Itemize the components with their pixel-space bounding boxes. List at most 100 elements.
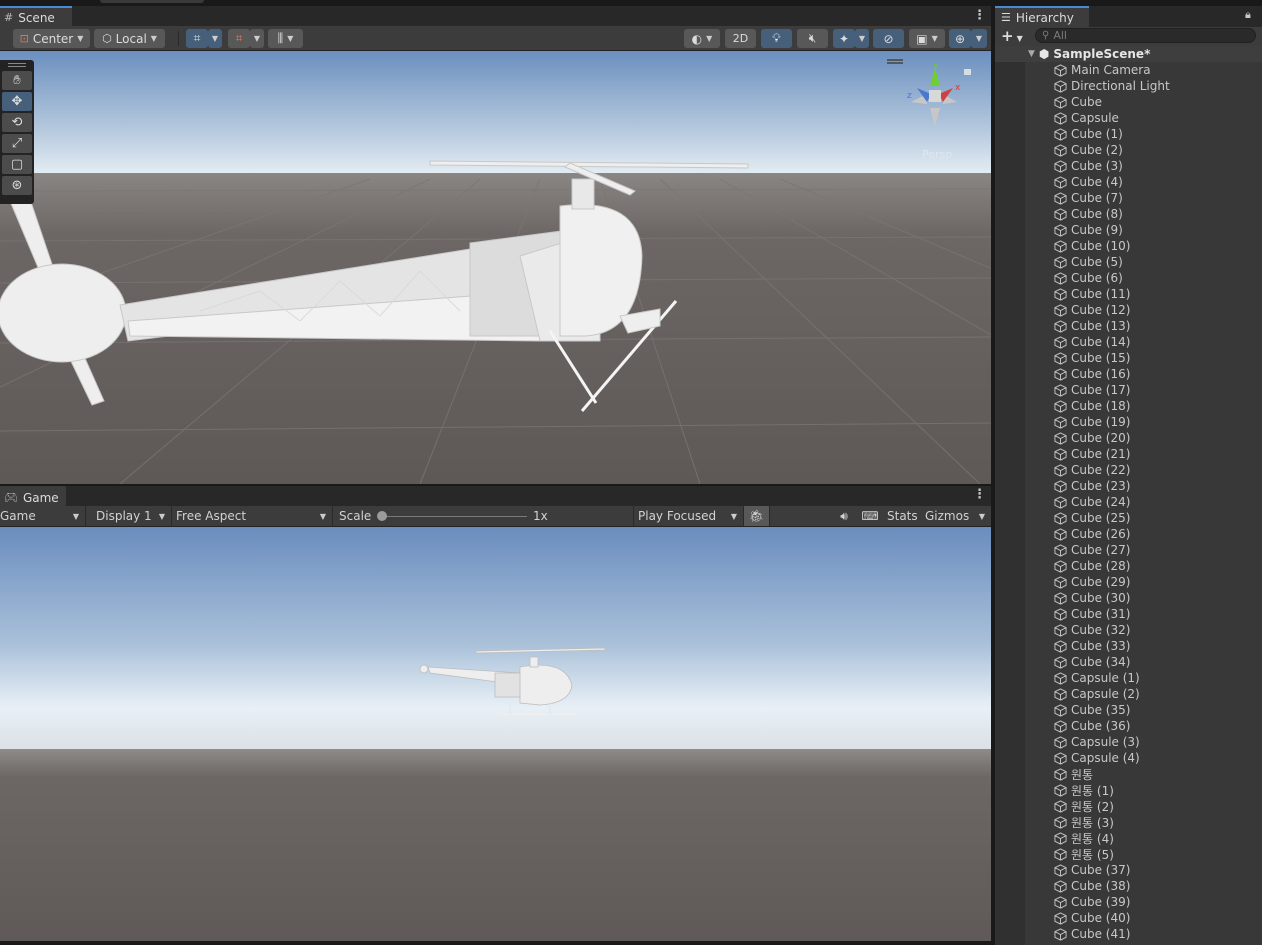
hierarchy-item[interactable]: Cube (11)	[995, 286, 1262, 302]
hierarchy-item[interactable]: Cube (8)	[995, 206, 1262, 222]
mute-audio-button[interactable]: 🔊︎	[831, 506, 857, 526]
game-viewport[interactable]	[0, 527, 991, 941]
hierarchy-item[interactable]: Cube (23)	[995, 478, 1262, 494]
audio-toggle[interactable]: 🔇︎	[797, 29, 828, 48]
hierarchy-item[interactable]: Cube (29)	[995, 574, 1262, 590]
hierarchy-item[interactable]: Cube (13)	[995, 318, 1262, 334]
hierarchy-item[interactable]: 원통 (3)	[995, 814, 1262, 830]
hierarchy-item[interactable]: Cube (9)	[995, 222, 1262, 238]
hierarchy-item[interactable]: Cube (21)	[995, 446, 1262, 462]
space-dropdown[interactable]: ⬡ Local ▼	[94, 29, 165, 48]
display-dropdown[interactable]: Display 1 ▼	[92, 506, 172, 526]
hierarchy-search-input[interactable]: ⚲ All	[1035, 28, 1256, 43]
hierarchy-item[interactable]: Cube (27)	[995, 542, 1262, 558]
effects-toggle[interactable]: ✦	[833, 29, 855, 48]
hierarchy-item[interactable]: 원통 (1)	[995, 782, 1262, 798]
hierarchy-item[interactable]: Main Camera	[995, 62, 1262, 78]
view-mode-dropdown[interactable]: Game ▼	[0, 506, 86, 526]
scale-slider[interactable]	[381, 516, 527, 517]
hierarchy-item[interactable]: Cube (25)	[995, 510, 1262, 526]
hierarchy-item[interactable]: Cube (34)	[995, 654, 1262, 670]
increment-snap-dropdown[interactable]: ▼	[250, 29, 264, 48]
scene-root[interactable]: ▼ ⬢ SampleScene*	[995, 46, 1262, 62]
hierarchy-item[interactable]: Cube (26)	[995, 526, 1262, 542]
hierarchy-item[interactable]: 원통 (2)	[995, 798, 1262, 814]
scene-menu-icon[interactable]: ⋮	[973, 8, 986, 23]
hand-tool[interactable]: ✋︎	[2, 71, 32, 90]
grid-snap-dropdown[interactable]: ▼	[208, 29, 222, 48]
grid-visibility-button[interactable]: ⫼ ▼	[268, 29, 303, 48]
hierarchy-item[interactable]: Cube (18)	[995, 398, 1262, 414]
draw-mode-dropdown[interactable]: ◐ ▼	[684, 29, 720, 48]
hierarchy-item[interactable]: Directional Light	[995, 78, 1262, 94]
scale-tool[interactable]: ⤢	[2, 134, 32, 153]
hierarchy-item[interactable]: Cube (28)	[995, 558, 1262, 574]
hierarchy-item[interactable]: 원통 (4)	[995, 830, 1262, 846]
hierarchy-item[interactable]: Cube (37)	[995, 862, 1262, 878]
move-tool[interactable]: ✥	[2, 92, 32, 111]
gizmos-dropdown[interactable]: ▼	[971, 29, 987, 48]
hierarchy-item[interactable]: Cube (6)	[995, 270, 1262, 286]
hierarchy-item[interactable]: Cube (2)	[995, 142, 1262, 158]
hierarchy-item[interactable]: Cube (4)	[995, 174, 1262, 190]
hierarchy-item[interactable]: Capsule (1)	[995, 670, 1262, 686]
hierarchy-item[interactable]: Cube (41)	[995, 926, 1262, 942]
hierarchy-item[interactable]: Cube (17)	[995, 382, 1262, 398]
debug-button[interactable]: 🐞︎	[744, 506, 770, 526]
scale-slider-handle[interactable]	[377, 511, 387, 521]
increment-snap-button[interactable]: ⌗	[228, 29, 250, 48]
hierarchy-item[interactable]: Cube (24)	[995, 494, 1262, 510]
hierarchy-item[interactable]: Cube (10)	[995, 238, 1262, 254]
transform-tool[interactable]: ⊛	[2, 176, 32, 195]
hierarchy-item[interactable]: Cube (12)	[995, 302, 1262, 318]
hierarchy-item[interactable]: Cube (14)	[995, 334, 1262, 350]
hierarchy-item[interactable]: Capsule (3)	[995, 734, 1262, 750]
hierarchy-item[interactable]: Cube (30)	[995, 590, 1262, 606]
hierarchy-item[interactable]: 원통	[995, 766, 1262, 782]
toggle-2d-button[interactable]: 2D	[725, 29, 756, 48]
keyboard-shortcuts-button[interactable]: ⌨	[857, 506, 883, 526]
hierarchy-item[interactable]: Capsule (2)	[995, 686, 1262, 702]
hierarchy-item[interactable]: Cube (5)	[995, 254, 1262, 270]
hierarchy-item[interactable]: Cube	[995, 94, 1262, 110]
gizmos-dropdown[interactable]: Gizmos ▼	[921, 506, 991, 526]
stats-button[interactable]: Stats	[883, 506, 921, 526]
hierarchy-item[interactable]: Capsule	[995, 110, 1262, 126]
rect-tool[interactable]: ▢	[2, 155, 32, 174]
hierarchy-item[interactable]: Cube (32)	[995, 622, 1262, 638]
hierarchy-item[interactable]: Cube (40)	[995, 910, 1262, 926]
hierarchy-item[interactable]: Cube (3)	[995, 158, 1262, 174]
tab-scene[interactable]: # Scene	[0, 6, 72, 27]
hierarchy-item[interactable]: Cube (33)	[995, 638, 1262, 654]
hierarchy-item[interactable]: Cube (19)	[995, 414, 1262, 430]
hierarchy-item[interactable]: 원통 (5)	[995, 846, 1262, 862]
camera-settings-dropdown[interactable]: ▣ ▼	[909, 29, 945, 48]
hierarchy-item[interactable]: Cube (36)	[995, 718, 1262, 734]
hierarchy-item[interactable]: Cube (35)	[995, 702, 1262, 718]
lighting-toggle[interactable]: 💡︎	[761, 29, 792, 48]
hierarchy-item[interactable]: Cube (31)	[995, 606, 1262, 622]
game-menu-icon[interactable]: ⋮	[973, 487, 986, 502]
hierarchy-item[interactable]: Cube (20)	[995, 430, 1262, 446]
hierarchy-item[interactable]: Cube (39)	[995, 894, 1262, 910]
aspect-dropdown[interactable]: Free Aspect ▼	[172, 506, 333, 526]
foldout-arrow-icon[interactable]: ▼	[1028, 49, 1035, 59]
hierarchy-item[interactable]: Cube (15)	[995, 350, 1262, 366]
hidden-objects-toggle[interactable]: ⊘	[873, 29, 904, 48]
lock-icon[interactable]: 🔒︎	[1245, 8, 1251, 22]
tab-game[interactable]: 🎮︎ Game	[0, 486, 66, 507]
pivot-dropdown[interactable]: ⊡ Center ▼	[13, 29, 90, 48]
gizmos-toggle[interactable]: ⊕	[949, 29, 971, 48]
hierarchy-item[interactable]: Cube (38)	[995, 878, 1262, 894]
hierarchy-item[interactable]: Cube (16)	[995, 366, 1262, 382]
grid-snap-button[interactable]: ⌗	[186, 29, 208, 48]
hierarchy-item[interactable]: Cube (1)	[995, 126, 1262, 142]
hierarchy-item[interactable]: Cube (22)	[995, 462, 1262, 478]
effects-dropdown[interactable]: ▼	[855, 29, 869, 48]
play-mode-dropdown[interactable]: Play Focused ▼	[634, 506, 744, 526]
scene-viewport[interactable]: y z x Persp	[0, 51, 991, 484]
rotate-tool[interactable]: ⟲	[2, 113, 32, 132]
tab-hierarchy[interactable]: ☰ Hierarchy	[995, 6, 1089, 27]
hierarchy-item[interactable]: Cube (7)	[995, 190, 1262, 206]
hierarchy-item[interactable]: Capsule (4)	[995, 750, 1262, 766]
